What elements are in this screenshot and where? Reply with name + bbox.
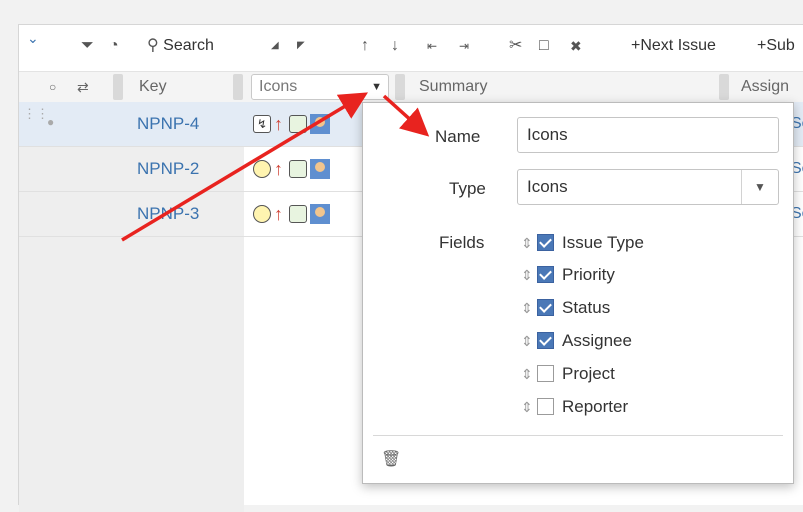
type-label: Type xyxy=(449,179,486,198)
project-checkbox[interactable] xyxy=(537,365,554,382)
assignee-avatar-icon xyxy=(310,203,330,224)
reorder-handle-icon[interactable]: ⇕ xyxy=(521,267,535,284)
issue-key-link[interactable]: NPNP-2 xyxy=(137,159,199,179)
move-down-icon[interactable]: ↓ xyxy=(391,35,399,57)
field-label: Project xyxy=(562,364,615,383)
name-label: Name xyxy=(435,127,481,146)
idea-type-icon xyxy=(253,159,271,178)
issue-type-checkbox[interactable] xyxy=(537,234,554,251)
reorder-handle-icon[interactable]: ⇕ xyxy=(521,300,535,317)
toolbar: ⌄ ⏷ ◔ ⚲ Search ◢ ◤ ↑ ↓ ⇤ ⇥ ✂ □ ✖ +Next I… xyxy=(19,25,803,65)
column-header-summary[interactable]: Summary xyxy=(419,72,487,102)
idea-type-icon xyxy=(253,204,271,223)
search-button[interactable]: ⚲ Search xyxy=(147,35,214,57)
reorder-handle-icon[interactable]: ⇕ xyxy=(521,399,535,416)
move-up-icon[interactable]: ↑ xyxy=(361,35,369,57)
field-reporter[interactable]: ⇕ Reporter xyxy=(521,397,628,423)
field-label: Assignee xyxy=(562,331,632,350)
reorder-handle-icon[interactable]: ⇕ xyxy=(521,366,535,383)
add-subissue-button[interactable]: +Sub xyxy=(757,35,795,57)
field-project[interactable]: ⇕ Project xyxy=(521,364,615,390)
clock-icon[interactable]: ◔ xyxy=(109,35,119,57)
field-issue-type[interactable]: ⇕ Issue Type xyxy=(521,233,644,259)
popup-divider xyxy=(373,435,783,436)
icons-cell: ↑ xyxy=(253,158,333,180)
priority-up-icon: ↑ xyxy=(274,158,283,179)
select-all-radio-icon[interactable]: ○ xyxy=(49,72,56,102)
icons-cell: ↯ ↑ xyxy=(253,113,333,135)
drag-handle-icon[interactable]: ⋮⋮ xyxy=(23,107,49,120)
swap-icon[interactable]: ⇄ xyxy=(77,72,89,102)
column-separator[interactable] xyxy=(233,74,243,100)
assignee-checkbox[interactable] xyxy=(537,332,554,349)
type-select[interactable]: Icons ▼ xyxy=(517,169,779,205)
status-icon xyxy=(289,114,307,133)
trash-icon[interactable]: 🗑 xyxy=(381,449,401,469)
delete-icon[interactable]: ✖ xyxy=(570,35,582,57)
status-icon xyxy=(289,159,307,178)
field-label: Reporter xyxy=(562,397,629,416)
paste-icon[interactable]: □ xyxy=(539,35,549,57)
status-checkbox[interactable] xyxy=(537,299,554,316)
field-label: Issue Type xyxy=(562,233,644,252)
priority-up-icon: ↑ xyxy=(274,203,283,224)
search-label: Search xyxy=(163,37,214,54)
dropdown-caret-icon[interactable]: ▼ xyxy=(371,75,382,99)
indent-icon[interactable]: ⇥ xyxy=(459,35,469,57)
expand-all-icon[interactable]: ◤ xyxy=(297,35,305,57)
chevron-down-icon[interactable]: ▼ xyxy=(741,170,778,204)
priority-up-icon: ↑ xyxy=(274,113,283,134)
column-header-assignee[interactable]: Assign xyxy=(741,72,789,102)
bug-type-icon: ↯ xyxy=(253,114,271,133)
type-select-value: Icons xyxy=(527,177,568,196)
column-separator[interactable] xyxy=(719,74,729,100)
field-status[interactable]: ⇕ Status xyxy=(521,298,610,324)
collapse-chevron-icon[interactable]: ⌄ xyxy=(27,27,39,49)
search-icon: ⚲ xyxy=(147,37,159,54)
assignee-avatar-icon xyxy=(310,158,330,179)
name-input[interactable]: Icons xyxy=(517,117,779,153)
column-config-popup: Name Icons Type Icons ▼ Fields ⇕ Issue Ty… xyxy=(362,102,794,484)
column-separator[interactable] xyxy=(113,74,123,100)
next-issue-button[interactable]: +Next Issue xyxy=(631,35,716,57)
table-header: ○ ⇄ Key Icons ▼ Summary Assign xyxy=(19,71,803,103)
icons-cell: ↑ xyxy=(253,203,333,225)
outdent-icon[interactable]: ⇤ xyxy=(427,35,437,57)
column-header-icons-label: Icons xyxy=(259,78,298,95)
row-marker-icon[interactable]: ● xyxy=(47,115,54,129)
assignee-avatar-icon xyxy=(310,113,330,134)
field-label: Priority xyxy=(562,265,615,284)
field-label: Status xyxy=(562,298,611,317)
pin-icon[interactable]: ⏷ xyxy=(81,35,94,57)
column-separator[interactable] xyxy=(395,74,405,100)
cut-icon[interactable]: ✂ xyxy=(509,35,522,57)
reporter-checkbox[interactable] xyxy=(537,398,554,415)
status-icon xyxy=(289,204,307,223)
column-header-icons[interactable]: Icons ▼ xyxy=(251,74,389,100)
priority-checkbox[interactable] xyxy=(537,266,554,283)
reorder-handle-icon[interactable]: ⇕ xyxy=(521,235,535,252)
issue-key-link[interactable]: NPNP-3 xyxy=(137,204,199,224)
name-input-value: Icons xyxy=(527,125,568,144)
column-header-key[interactable]: Key xyxy=(139,72,167,102)
reorder-handle-icon[interactable]: ⇕ xyxy=(521,333,535,350)
fields-label: Fields xyxy=(439,233,485,252)
issue-key-link[interactable]: NPNP-4 xyxy=(137,114,199,134)
collapse-all-icon[interactable]: ◢ xyxy=(271,35,279,57)
field-assignee[interactable]: ⇕ Assignee xyxy=(521,331,632,357)
field-priority[interactable]: ⇕ Priority xyxy=(521,265,615,291)
